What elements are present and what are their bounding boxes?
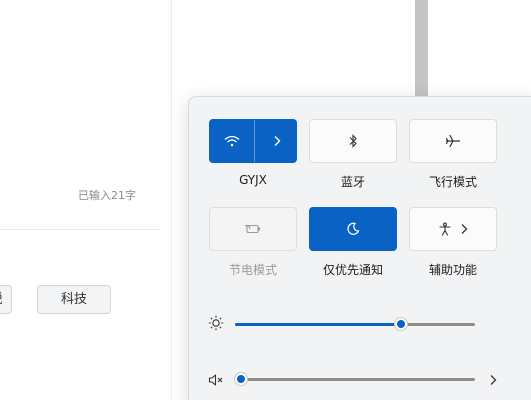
accessibility-label: 辅助功能 <box>428 263 477 277</box>
volume-slider-thumb[interactable] <box>234 372 248 386</box>
wifi-label: GYJX <box>239 173 267 187</box>
chevron-right-icon <box>489 374 497 386</box>
moon-icon <box>346 222 360 236</box>
wifi-toggle-button[interactable] <box>210 120 254 162</box>
brightness-slider-fill <box>235 323 401 326</box>
chevron-right-icon <box>273 135 281 147</box>
tag-button[interactable]: 锐 <box>0 285 12 314</box>
battery-saver-toggle[interactable] <box>209 207 297 251</box>
section-divider <box>0 229 160 230</box>
battery-saver-label: 节电模式 <box>228 263 277 277</box>
wifi-icon <box>224 135 240 147</box>
wifi-toggle[interactable] <box>209 119 297 163</box>
audio-output-expand-button[interactable] <box>488 373 498 387</box>
character-count: 已输入21字 <box>78 189 136 202</box>
tag-button-tech[interactable]: 科技 <box>37 285 111 314</box>
brightness-slider-thumb[interactable] <box>393 317 408 331</box>
accessibility-toggle[interactable] <box>409 207 497 251</box>
accessibility-icon <box>438 222 452 236</box>
sun-icon <box>208 315 224 331</box>
focus-assist-label: 仅优先通知 <box>322 263 383 277</box>
wifi-expand-button[interactable] <box>254 120 298 162</box>
bluetooth-toggle[interactable] <box>309 119 397 163</box>
bluetooth-label: 蓝牙 <box>340 175 365 189</box>
volume-slider-track[interactable] <box>241 378 475 381</box>
bluetooth-icon <box>348 134 358 148</box>
speaker-muted-icon[interactable] <box>208 373 224 387</box>
scrollbar-thumb[interactable] <box>415 0 428 96</box>
focus-assist-toggle[interactable] <box>309 207 397 251</box>
airplane-icon <box>445 134 461 148</box>
chevron-right-icon <box>460 223 468 235</box>
airplane-mode-label: 飞行模式 <box>428 175 477 189</box>
battery-saver-icon <box>244 223 262 235</box>
airplane-mode-toggle[interactable] <box>409 119 497 163</box>
quick-settings-panel: GYJX 蓝牙 飞行模式 节电模式 仅优先通知 辅助功能 <box>188 96 531 400</box>
